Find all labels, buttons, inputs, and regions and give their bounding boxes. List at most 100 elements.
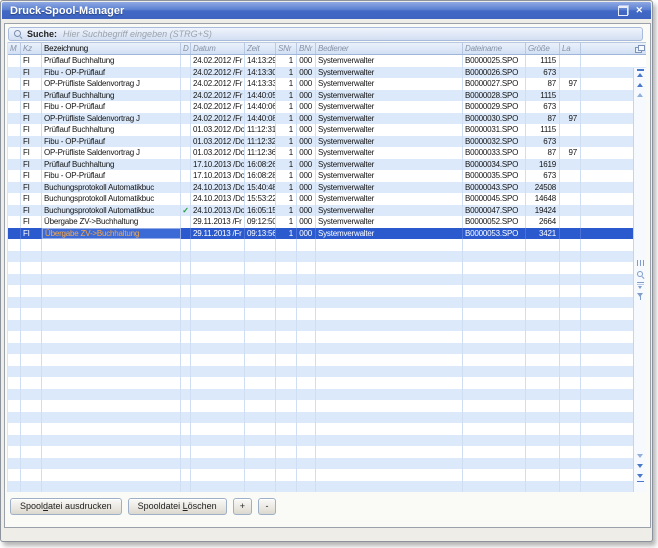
table-row[interactable]: FIOP-Prüfliste Saldenvortrag J01.03.2012…	[8, 147, 646, 159]
cell-la: 97	[560, 147, 581, 159]
scroll-up-icon[interactable]	[636, 81, 645, 87]
column-header-la[interactable]: La	[560, 43, 581, 54]
cell-bnr: 000	[297, 193, 316, 205]
cell-d	[181, 297, 191, 309]
cell-datum	[191, 423, 245, 435]
cell-groesse: 1619	[526, 159, 560, 171]
minus-button[interactable]: -	[258, 498, 276, 515]
columns-icon[interactable]	[636, 260, 645, 266]
cell-datum: 29.11.2013 /Fr	[191, 228, 245, 240]
cell-groesse: 3421	[526, 228, 560, 240]
cell-bnr: 000	[297, 159, 316, 171]
cell-bezeichnung	[42, 274, 181, 286]
empty-row	[8, 343, 646, 355]
column-header-dateiname[interactable]: Dateiname	[463, 43, 526, 54]
restore-window-icon[interactable]	[618, 6, 628, 16]
cell-datum	[191, 331, 245, 343]
cell-zeit: 16:05:15	[245, 205, 276, 217]
cell-dateiname: B0000035.SPO	[463, 170, 526, 182]
cell-dateiname	[463, 423, 526, 435]
print-spool-button[interactable]: Spooldatei ausdrucken	[10, 498, 122, 515]
empty-row	[8, 366, 646, 378]
empty-row	[8, 251, 646, 263]
cell-d	[181, 101, 191, 113]
cell-bezeichnung	[42, 262, 181, 274]
column-header-bnr[interactable]: BNr	[297, 43, 316, 54]
cell-datum	[191, 297, 245, 309]
cell-zeit	[245, 377, 276, 389]
cell-snr	[276, 458, 297, 470]
column-chooser-icon[interactable]	[635, 45, 644, 53]
cell-dateiname: B0000028.SPO	[463, 90, 526, 102]
cell-bediener	[316, 251, 463, 263]
table-row[interactable]: FIFibu - OP-Prüflauf24.02.2012 /Fr14:40:…	[8, 101, 646, 113]
cell-la	[560, 458, 581, 470]
cell-groesse: 19424	[526, 205, 560, 217]
zoom-search-icon[interactable]	[636, 271, 645, 277]
column-header-kz[interactable]: Kz	[21, 43, 42, 54]
column-header-bezeichnung[interactable]: Bezeichnung	[42, 43, 181, 54]
column-header-snr[interactable]: SNr	[276, 43, 297, 54]
cell-kz	[21, 239, 42, 251]
cell-bediener	[316, 446, 463, 458]
plus-button[interactable]: +	[233, 498, 252, 515]
cell-bezeichnung: Buchungsprotokoll Automatikbuc	[42, 205, 181, 217]
table-row[interactable]: FIÜbergabe ZV->Buchhaltung29.11.2013 /Fr…	[8, 216, 646, 228]
column-header-m[interactable]: M	[8, 43, 21, 54]
column-header-datum[interactable]: Datum	[191, 43, 245, 54]
column-header-zeit[interactable]: Zeit	[245, 43, 276, 54]
table-row[interactable]: FIBuchungsprotokoll Automatikbuc24.10.20…	[8, 193, 646, 205]
cell-la	[560, 124, 581, 136]
cell-bezeichnung	[42, 285, 181, 297]
scroll-page-up-icon[interactable]	[636, 91, 645, 97]
cell-m	[8, 412, 21, 424]
scroll-to-bottom-icon[interactable]	[636, 474, 645, 480]
filter-icon[interactable]	[636, 293, 645, 299]
titlebar[interactable]: Druck-Spool-Manager ✕	[2, 2, 651, 19]
cell-groesse: 673	[526, 67, 560, 79]
cell-bezeichnung: Buchungsprotokoll Automatikbuc	[42, 193, 181, 205]
cell-bnr: 000	[297, 205, 316, 217]
cell-d	[181, 331, 191, 343]
cell-bnr	[297, 400, 316, 412]
cell-la	[560, 446, 581, 458]
table-row[interactable]: FIPrüflauf Buchhaltung17.10.2013 /Do16:0…	[8, 159, 646, 171]
table-row[interactable]: FIBuchungsprotokoll Automatikbuc24.10.20…	[8, 182, 646, 194]
cell-dateiname: B0000034.SPO	[463, 159, 526, 171]
cell-d	[181, 78, 191, 90]
cell-bediener: Systemverwalter	[316, 205, 463, 217]
search-bar[interactable]: Suche: Hier Suchbegriff eingeben (STRG+S…	[8, 27, 643, 41]
scroll-page-down-icon[interactable]	[636, 454, 645, 460]
table-row[interactable]: FIÜbergabe ZV->Buchhaltung29.11.2013 /Fr…	[8, 228, 646, 240]
table-row[interactable]: FIOP-Prüfliste Saldenvortrag J24.02.2012…	[8, 78, 646, 90]
table-row[interactable]: FIPrüflauf Buchhaltung01.03.2012 /Do11:1…	[8, 124, 646, 136]
list-select-icon[interactable]	[636, 282, 645, 288]
search-input[interactable]: Hier Suchbegriff eingeben (STRG+S)	[63, 29, 212, 39]
scroll-down-icon[interactable]	[636, 464, 645, 470]
cell-datum	[191, 458, 245, 470]
table-row[interactable]: FIFibu - OP-Prüflauf17.10.2013 /Do16:08:…	[8, 170, 646, 182]
table-row[interactable]: FIFibu - OP-Prüflauf01.03.2012 /Do11:12:…	[8, 136, 646, 148]
delete-spool-button[interactable]: Spooldatei Löschen	[128, 498, 227, 515]
cell-bnr: 000	[297, 216, 316, 228]
close-icon[interactable]: ✕	[635, 6, 643, 15]
table-row[interactable]: FIPrüflauf Buchhaltung24.02.2012 /Fr14:1…	[8, 55, 646, 67]
cell-la	[560, 159, 581, 171]
column-header-bediener[interactable]: Bediener	[316, 43, 463, 54]
table-row[interactable]: FIBuchungsprotokoll Automatikbuc✓24.10.2…	[8, 205, 646, 217]
cell-groesse	[526, 297, 560, 309]
cell-dateiname: B0000031.SPO	[463, 124, 526, 136]
cell-bnr	[297, 366, 316, 378]
empty-row	[8, 285, 646, 297]
cell-zeit: 14:13:29	[245, 55, 276, 67]
column-header-d[interactable]: D	[181, 43, 191, 54]
cell-d	[181, 423, 191, 435]
table-row[interactable]: FIPrüflauf Buchhaltung24.02.2012 /Fr14:4…	[8, 90, 646, 102]
cell-bediener: Systemverwalter	[316, 216, 463, 228]
cell-dateiname: B0000026.SPO	[463, 67, 526, 79]
cell-snr	[276, 366, 297, 378]
scroll-to-top-icon[interactable]	[636, 71, 645, 77]
table-row[interactable]: FIFibu - OP-Prüflauf24.02.2012 /Fr14:13:…	[8, 67, 646, 79]
table-row[interactable]: FIOP-Prüfliste Saldenvortrag J24.02.2012…	[8, 113, 646, 125]
column-header-groesse[interactable]: Größe	[526, 43, 560, 54]
